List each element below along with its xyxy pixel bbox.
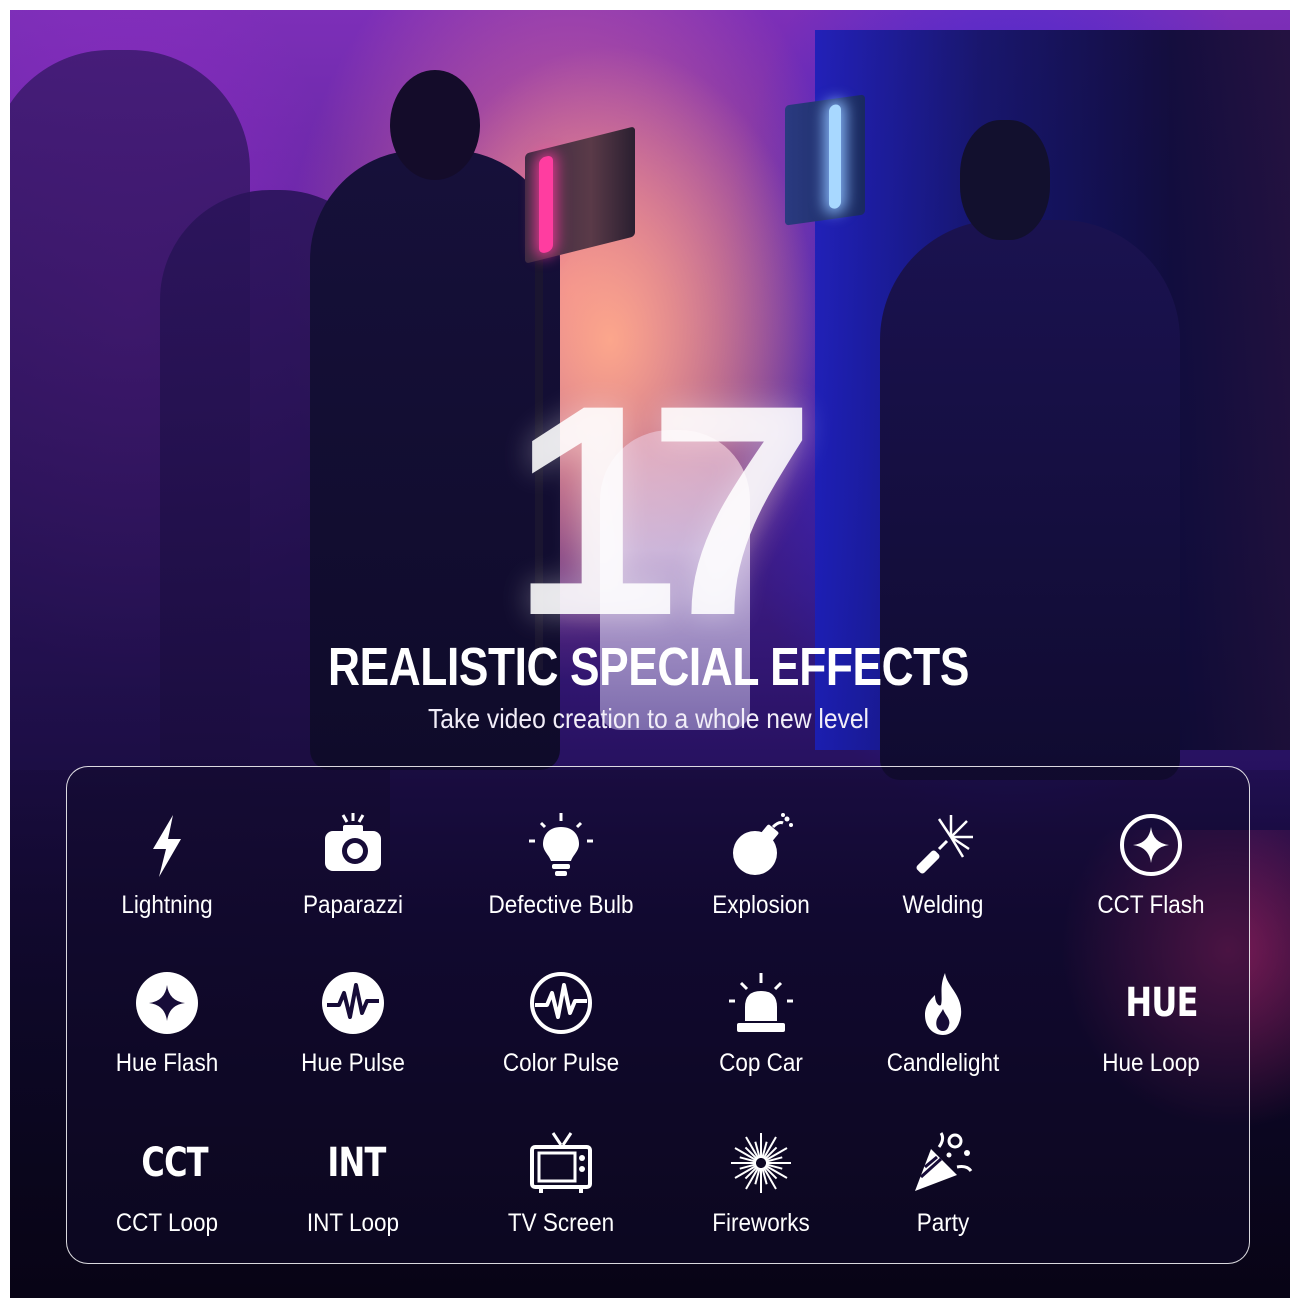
effect-label: CCT Flash (1097, 891, 1205, 919)
pulse-circle-outline-icon (530, 972, 592, 1034)
effects-panel: Lightning Paparazzi Defective Bulb Explo… (66, 766, 1250, 1264)
effect-label: CCT Loop (115, 1209, 219, 1237)
effect-hue-pulse: Hue Pulse (253, 971, 453, 1121)
effect-lightning: Lightning (67, 813, 267, 963)
person-head-center (390, 70, 480, 180)
effect-label: Lightning (121, 891, 213, 919)
effect-cop-car: Cop Car (661, 971, 861, 1121)
int-text-icon: INT (327, 1140, 386, 1186)
bulb-icon (529, 813, 593, 876)
effect-hue-loop: HUE Hue Loop (1051, 971, 1251, 1121)
effect-label: Candlelight (886, 1049, 1000, 1077)
effects-count: 17 (511, 342, 816, 678)
effect-fireworks: Fireworks (661, 1131, 861, 1281)
bomb-icon (733, 813, 793, 875)
page-subtitle: Take video creation to a whole new level (427, 703, 870, 734)
camera-icon (325, 813, 381, 871)
effect-label: Paparazzi (302, 891, 404, 919)
effect-hue-flash: Hue Flash (67, 971, 267, 1121)
effect-label: Fireworks (712, 1209, 810, 1237)
sparkle-circle-outline-icon (1120, 814, 1182, 876)
effect-label: Defective Bulb (488, 891, 634, 919)
effect-color-pulse: Color Pulse (461, 971, 661, 1121)
effect-explosion: Explosion (661, 813, 861, 963)
effect-party: Party (843, 1131, 1043, 1281)
fireworks-icon (731, 1133, 791, 1193)
welding-sparks-icon (916, 815, 973, 874)
party-popper-icon (915, 1132, 973, 1191)
effect-cct-loop: CCT CCT Loop (67, 1131, 267, 1281)
effect-welding: Welding (843, 813, 1043, 963)
effect-label: Hue Flash (115, 1049, 219, 1077)
effect-label: Party (916, 1209, 970, 1237)
siren-icon (729, 973, 793, 1032)
blue-light-panel (785, 94, 865, 226)
effect-cct-flash: CCT Flash (1051, 813, 1251, 963)
pulse-circle-filled-icon (322, 972, 384, 1034)
effect-candlelight: Candlelight (843, 971, 1043, 1121)
effect-label: Welding (902, 891, 984, 919)
tv-icon (530, 1132, 592, 1193)
effect-label: Cop Car (719, 1049, 803, 1077)
person-head-right (960, 120, 1050, 240)
lightning-icon (153, 815, 181, 877)
effect-label: Color Pulse (502, 1049, 620, 1077)
effect-label: Hue Loop (1102, 1049, 1200, 1077)
effect-paparazzi: Paparazzi (253, 813, 453, 963)
cct-text-icon: CCT (141, 1140, 208, 1186)
sparkle-circle-filled-icon (136, 972, 198, 1034)
hue-text-icon: HUE (1125, 980, 1198, 1026)
pink-light-panel (525, 126, 635, 264)
effect-label: Hue Pulse (301, 1049, 405, 1077)
effect-label: INT Loop (306, 1209, 400, 1237)
page-title: REALISTIC SPECIAL EFFECTS (328, 637, 969, 697)
effect-tv-screen: TV Screen (461, 1131, 661, 1281)
effect-int-loop: INT INT Loop (253, 1131, 453, 1281)
effect-label: TV Screen (507, 1209, 615, 1237)
effect-label: Explosion (712, 891, 810, 919)
effect-defective-bulb: Defective Bulb (461, 813, 661, 963)
flame-icon (925, 973, 962, 1035)
